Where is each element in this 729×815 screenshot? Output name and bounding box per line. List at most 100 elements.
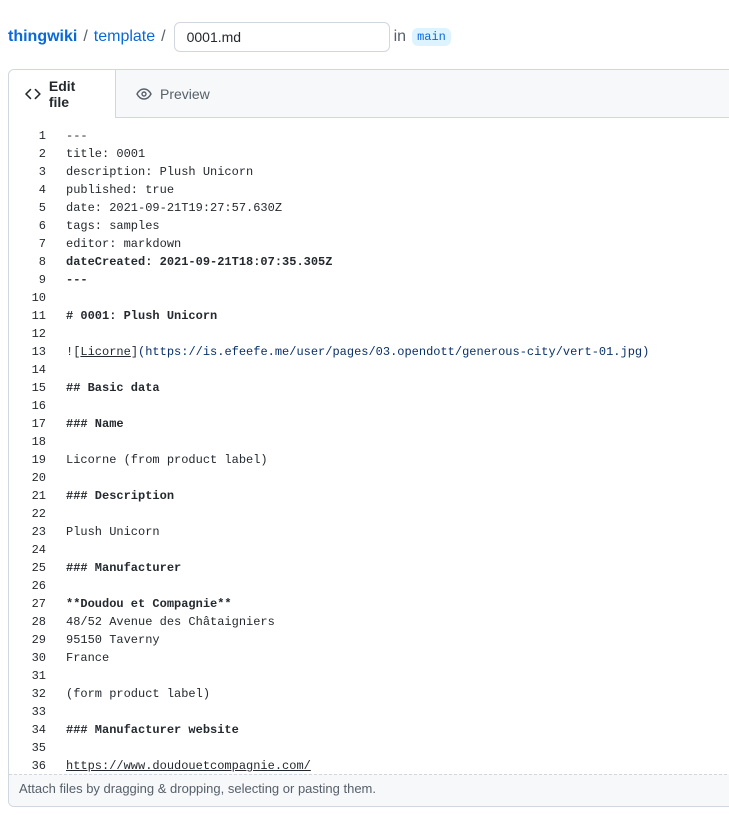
code-editor[interactable]: 1 --- 2 title: 0001 3 description: Plush Unic…	[9, 127, 729, 775]
branch-badge: main	[412, 28, 451, 46]
breadcrumb-separator: /	[161, 28, 166, 45]
line-number: 30	[31, 651, 46, 665]
line-number: 9	[38, 273, 46, 287]
line-text: https://www.doudouetcompagnie.com/	[66, 759, 311, 773]
line-text: Plush Unicorn	[66, 525, 160, 539]
line-text	[46, 289, 66, 307]
line-number: 2	[38, 147, 46, 161]
line-text: France	[66, 651, 110, 665]
attach-files-hint[interactable]: Attach files by dragging & dropping, sel…	[9, 774, 729, 806]
code-line: 18	[9, 433, 729, 451]
tab-edit-file-label: Edit file	[48, 78, 76, 110]
line-number: 13	[31, 345, 46, 359]
line-number: 6	[38, 219, 46, 233]
breadcrumb-separator: /	[83, 28, 88, 45]
code-line: 33	[9, 703, 729, 721]
line-number: 33	[31, 705, 46, 719]
line-text: # 0001: Plush Unicorn	[66, 309, 218, 323]
line-number: 32	[31, 687, 46, 701]
line-number: 26	[31, 579, 46, 593]
code-line: 26	[9, 577, 729, 595]
code-line: 19 Licorne (from product label)	[9, 451, 729, 469]
line-number: 18	[31, 435, 46, 449]
line-number: 16	[31, 399, 46, 413]
code-line: 22	[9, 505, 729, 523]
tab-preview[interactable]: Preview	[116, 70, 226, 118]
code-icon	[25, 88, 41, 100]
line-number: 35	[31, 741, 46, 755]
code-line: 35	[9, 739, 729, 757]
line-number: 20	[31, 471, 46, 485]
code-line: 30 France	[9, 649, 729, 667]
line-number: 27	[31, 597, 46, 611]
breadcrumb: thingwiki / template / in main	[8, 21, 451, 53]
line-text: ---	[66, 273, 88, 287]
line-text: title: 0001	[66, 147, 146, 161]
code-line: 27 **Doudou et Compagnie**	[9, 595, 729, 613]
line-text: ### Manufacturer website	[66, 723, 239, 737]
line-text	[46, 667, 66, 685]
line-number: 14	[31, 363, 46, 377]
line-text: ### Name	[66, 417, 124, 431]
line-text	[46, 361, 66, 379]
code-line: 9 ---	[9, 271, 729, 289]
code-line: 5 date: 2021-09-21T19:27:57.630Z	[9, 199, 729, 217]
code-line: 15 ## Basic data	[9, 379, 729, 397]
code-line: 25 ### Manufacturer	[9, 559, 729, 577]
code-line: 34 ### Manufacturer website	[9, 721, 729, 739]
line-number: 12	[31, 327, 46, 341]
line-text: ![Licorne](https://is.efeefe.me/user/pag…	[66, 345, 650, 359]
line-text: (form product label)	[66, 687, 211, 701]
line-number: 29	[31, 633, 46, 647]
filename-input[interactable]	[173, 22, 390, 52]
code-line: 24	[9, 541, 729, 559]
line-text: date: 2021-09-21T19:27:57.630Z	[66, 201, 283, 215]
line-text	[46, 577, 66, 595]
line-text: ### Manufacturer	[66, 561, 182, 575]
code-line: 36 https://www.doudouetcompagnie.com/	[9, 757, 729, 775]
line-number: 4	[38, 183, 46, 197]
line-number: 25	[31, 561, 46, 575]
line-text: published: true	[66, 183, 175, 197]
code-line: 32 (form product label)	[9, 685, 729, 703]
breadcrumb-repo-link[interactable]: template	[94, 28, 155, 46]
line-number: 31	[31, 669, 46, 683]
line-number: 21	[31, 489, 46, 503]
line-number: 3	[38, 165, 46, 179]
line-number: 1	[38, 129, 46, 143]
code-line: 4 published: true	[9, 181, 729, 199]
line-text	[46, 505, 66, 523]
line-text: ### Description	[66, 489, 175, 503]
line-number: 17	[31, 417, 46, 431]
line-number: 28	[31, 615, 46, 629]
line-text	[46, 541, 66, 559]
line-text	[46, 325, 66, 343]
code-line: 11 # 0001: Plush Unicorn	[9, 307, 729, 325]
code-line: 20	[9, 469, 729, 487]
line-number: 22	[31, 507, 46, 521]
code-line: 2 title: 0001	[9, 145, 729, 163]
line-text: dateCreated: 2021-09-21T18:07:35.305Z	[66, 255, 333, 269]
code-line: 12	[9, 325, 729, 343]
line-text	[46, 433, 66, 451]
code-line: 13 ![Licorne](https://is.efeefe.me/user/p…	[9, 343, 729, 361]
code-line: 8 dateCreated: 2021-09-21T18:07:35.305Z	[9, 253, 729, 271]
code-line: 16	[9, 397, 729, 415]
line-text: description: Plush Unicorn	[66, 165, 254, 179]
line-text	[46, 739, 66, 757]
line-text: ---	[66, 129, 88, 143]
tab-edit-file[interactable]: Edit file	[9, 70, 116, 118]
line-text: tags: samples	[66, 219, 160, 233]
line-text	[46, 397, 66, 415]
code-line: 3 description: Plush Unicorn	[9, 163, 729, 181]
code-line: 14	[9, 361, 729, 379]
line-text	[46, 469, 66, 487]
breadcrumb-owner-link[interactable]: thingwiki	[8, 28, 77, 46]
line-number: 8	[38, 255, 46, 269]
line-text: 95150 Taverny	[66, 633, 160, 647]
line-number: 10	[31, 291, 46, 305]
line-text: 48/52 Avenue des Châtaigniers	[66, 615, 275, 629]
code-line: 21 ### Description	[9, 487, 729, 505]
line-number: 24	[31, 543, 46, 557]
line-number: 5	[38, 201, 46, 215]
